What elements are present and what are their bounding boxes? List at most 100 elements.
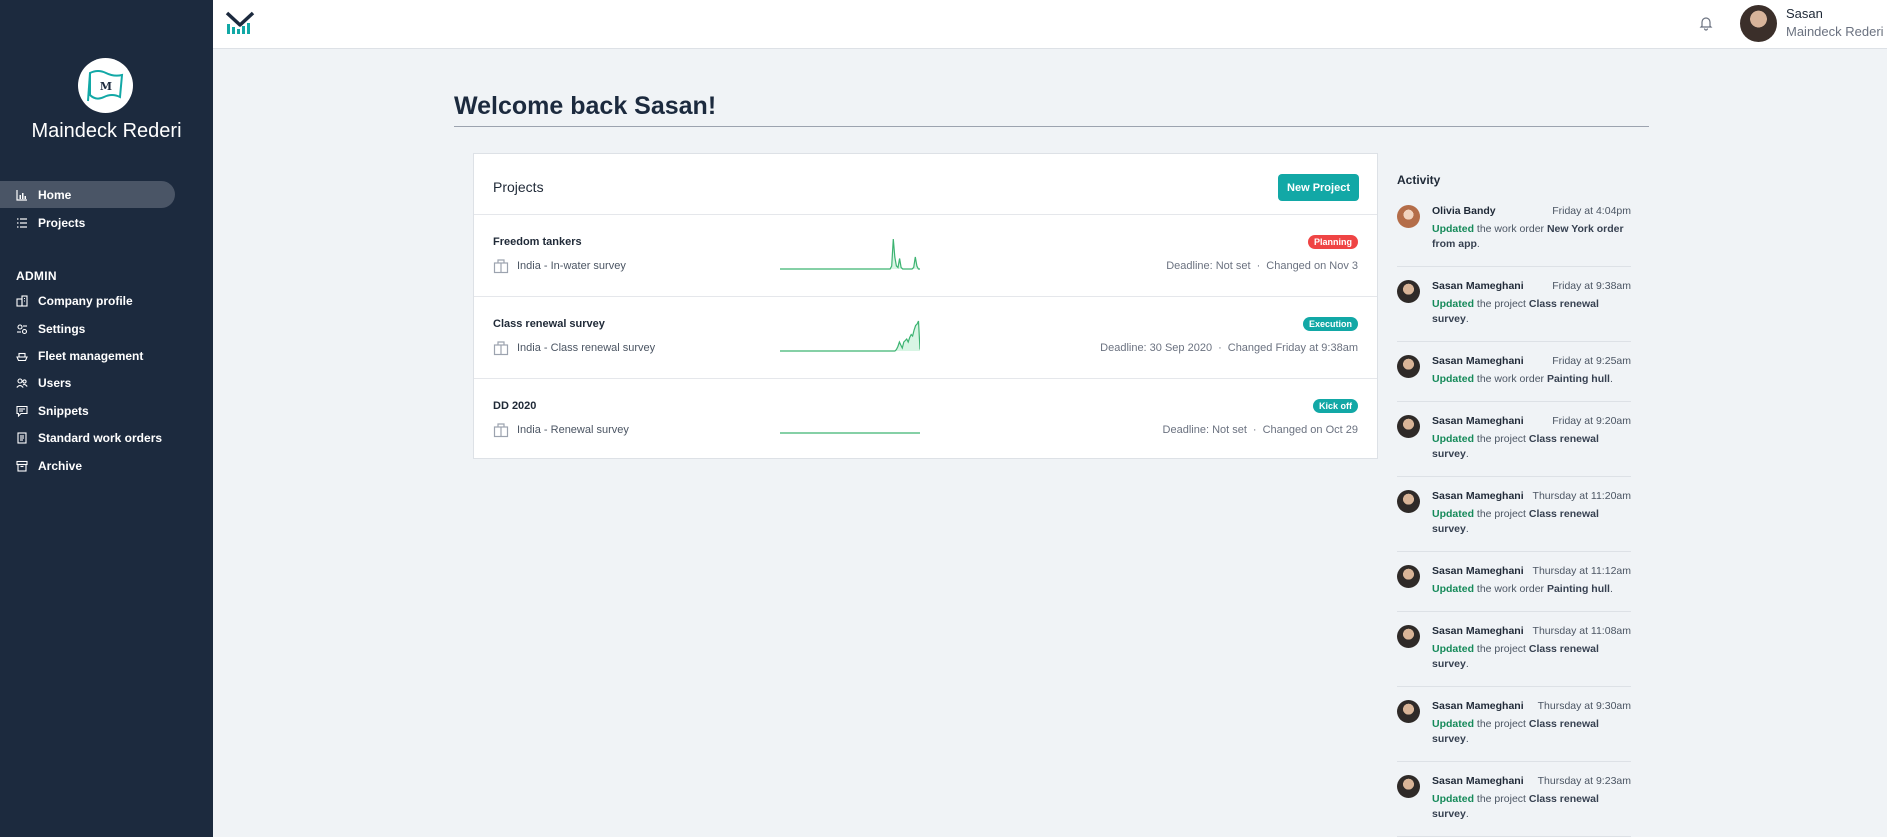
sidebar-item-projects[interactable]: Projects (0, 209, 175, 236)
building-icon (493, 340, 509, 356)
activity-post: . (1465, 448, 1469, 460)
activity-user[interactable]: Sasan Mameghani (1432, 565, 1524, 577)
project-subtitle: India - Renewal survey (493, 422, 629, 438)
brand-letter: M (99, 80, 111, 93)
sidebar-item-archive[interactable]: Archive (0, 452, 175, 479)
project-subtitle-text: India - Renewal survey (517, 424, 629, 436)
activity-time: Thursday at 11:20am (1532, 490, 1631, 502)
ship-icon (16, 350, 28, 362)
activity-target[interactable]: Painting hull (1547, 373, 1610, 385)
archive-icon (16, 460, 28, 472)
user-name[interactable]: Sasan (1786, 6, 1823, 21)
activity-time: Thursday at 11:12am (1532, 565, 1631, 577)
activity-user[interactable]: Sasan Mameghani (1432, 415, 1524, 427)
project-name[interactable]: Freedom tankers (493, 236, 582, 248)
activity-user[interactable]: Sasan Mameghani (1432, 490, 1524, 502)
activity-verb: Updated (1432, 373, 1474, 385)
message-icon (16, 405, 28, 417)
activity-user[interactable]: Sasan Mameghani (1432, 700, 1524, 712)
avatar (1397, 490, 1420, 513)
activity-time: Friday at 9:25am (1552, 355, 1631, 367)
status-badge: Planning (1308, 235, 1358, 249)
activity-pre: the work order (1474, 223, 1547, 235)
brand-logo[interactable]: M (78, 58, 133, 113)
project-name[interactable]: DD 2020 (493, 400, 536, 412)
project-deadline: Deadline: Not set (1166, 260, 1251, 272)
user-avatar[interactable] (1740, 5, 1777, 42)
avatar (1397, 415, 1420, 438)
activity-pre: the project (1474, 793, 1529, 805)
building-icon (16, 294, 28, 307)
activity-user[interactable]: Sasan Mameghani (1432, 355, 1524, 367)
settings-icon (16, 323, 28, 335)
activity-item: Sasan Mameghani Friday at 9:20am Updated t… (1397, 415, 1631, 477)
separator-dot: · (1218, 342, 1222, 354)
activity-verb: Updated (1432, 583, 1474, 595)
activity-post: . (1465, 733, 1469, 745)
activity-time: Friday at 4:04pm (1552, 205, 1631, 217)
activity-post: . (1465, 658, 1469, 670)
activity-verb: Updated (1432, 223, 1474, 235)
activity-text: Updated the work order Painting hull. (1432, 582, 1631, 597)
activity-post: . (1609, 373, 1613, 385)
activity-user[interactable]: Sasan Mameghani (1432, 625, 1524, 637)
activity-user[interactable]: Sasan Mameghani (1432, 280, 1524, 292)
avatar (1397, 775, 1420, 798)
project-sparkline (780, 320, 920, 352)
project-subtitle-text: India - Class renewal survey (517, 342, 656, 354)
app-logo-icon[interactable] (225, 11, 255, 41)
project-sparkline (780, 238, 920, 270)
project-changed: Changed Friday at 9:38am (1227, 342, 1358, 354)
bell-icon[interactable] (1698, 15, 1714, 31)
activity-verb: Updated (1432, 298, 1474, 310)
user-org[interactable]: Maindeck Rederi (1786, 24, 1886, 39)
new-project-button[interactable]: New Project (1278, 174, 1359, 201)
project-subtitle: India - In-water survey (493, 258, 626, 274)
project-name[interactable]: Class renewal survey (493, 318, 605, 330)
activity-item: Sasan Mameghani Thursday at 9:30am Updated… (1397, 700, 1631, 762)
activity-verb: Updated (1432, 508, 1474, 520)
avatar (1397, 280, 1420, 303)
sidebar-item-settings[interactable]: Settings (0, 315, 175, 342)
project-sparkline (780, 432, 920, 434)
activity-pre: the project (1474, 643, 1529, 655)
activity-item: Sasan Mameghani Thursday at 11:20am Update… (1397, 490, 1631, 552)
project-row[interactable]: Freedom tankers India - In-water survey Pl… (474, 214, 1377, 296)
project-meta: Deadline: 30 Sep 2020 · Changed Friday at … (1100, 342, 1358, 354)
activity-target[interactable]: Painting hull (1547, 583, 1610, 595)
avatar (1397, 355, 1420, 378)
sidebar-item-snippets[interactable]: Snippets (0, 397, 175, 424)
activity-user[interactable]: Sasan Mameghani (1432, 775, 1524, 787)
activity-pre: the work order (1474, 373, 1547, 385)
sidebar-item-home[interactable]: Home (0, 181, 175, 208)
activity-text: Updated the project Class renewal survey… (1432, 717, 1631, 747)
sidebar-item-standard-work-orders[interactable]: Standard work orders (0, 424, 175, 451)
projects-card: Projects New Project Freedom tankers Indi… (473, 153, 1378, 459)
activity-item: Sasan Mameghani Thursday at 11:12am Update… (1397, 565, 1631, 612)
project-deadline: Deadline: Not set (1162, 424, 1247, 436)
sidebar-item-fleet-management[interactable]: Fleet management (0, 342, 175, 369)
project-deadline: Deadline: 30 Sep 2020 (1100, 342, 1213, 354)
sidebar-item-label: Snippets (38, 403, 89, 418)
project-subtitle: India - Class renewal survey (493, 340, 655, 356)
avatar (1397, 700, 1420, 723)
activity-item: Sasan Mameghani Friday at 9:38am Updated t… (1397, 280, 1631, 342)
activity-user[interactable]: Olivia Bandy (1432, 205, 1496, 217)
separator-dot: · (1256, 260, 1261, 272)
activity-item: Sasan Mameghani Thursday at 11:08am Update… (1397, 625, 1631, 687)
activity-text: Updated the project Class renewal survey… (1432, 297, 1631, 327)
sidebar-item-company-profile[interactable]: Company profile (0, 287, 175, 314)
activity-post: . (1465, 808, 1469, 820)
project-row[interactable]: Class renewal survey India - Class renewa… (474, 296, 1377, 378)
sidebar: M Maindeck Rederi Home Projects ADMIN Co… (0, 0, 213, 837)
building-icon (493, 258, 509, 274)
activity-post: . (1476, 238, 1480, 250)
sidebar-item-users[interactable]: Users (0, 369, 175, 396)
project-row[interactable]: DD 2020 India - Renewal survey Kick off Dea… (474, 378, 1377, 460)
activity-verb: Updated (1432, 718, 1474, 730)
activity-text: Updated the project Class renewal survey… (1432, 507, 1631, 537)
document-icon (16, 431, 28, 444)
avatar (1397, 565, 1420, 588)
activity-time: Friday at 9:38am (1552, 280, 1631, 292)
activity-item: Olivia Bandy Friday at 4:04pm Updated the … (1397, 205, 1631, 267)
